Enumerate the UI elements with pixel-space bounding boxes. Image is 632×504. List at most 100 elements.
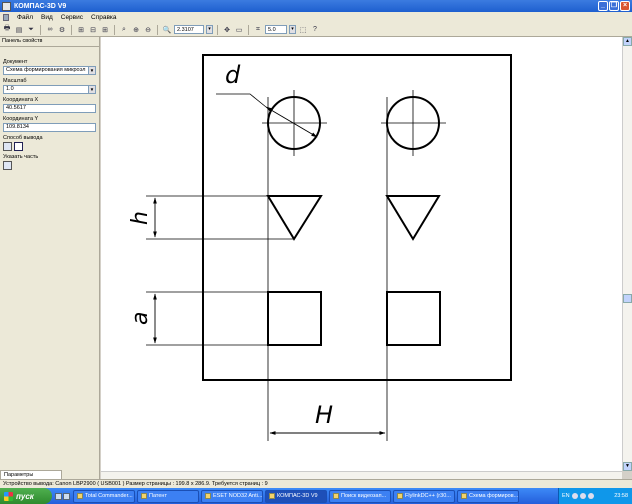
square-right <box>386 291 441 346</box>
clock: 23:58 <box>614 493 628 499</box>
close-button[interactable]: × <box>620 1 630 11</box>
grid-3-icon[interactable]: ⊞ <box>100 25 110 35</box>
quick-launch <box>55 492 70 500</box>
triangle-right <box>385 195 441 241</box>
zoom-in-icon[interactable]: ⊕ <box>131 25 141 35</box>
start-button[interactable]: пуск <box>0 488 52 504</box>
toolbar: 🖶 ▤ ⏷ ∞ ⚙ ⊞ ⊟ ⊞ ⌕ ⊕ ⊖ 🔍 2.3107 ▾ ✥ ▭ ⌗ 5… <box>0 23 632 37</box>
menu-help[interactable]: Справка <box>91 14 117 21</box>
select-part-icon[interactable] <box>3 161 12 170</box>
scroll-down-icon[interactable]: ▼ <box>623 462 632 471</box>
task-button[interactable]: FlylinkDC++ (r30... <box>393 489 455 503</box>
snap-icon[interactable]: ⌗ <box>253 25 263 35</box>
menu-view[interactable]: Вид <box>41 14 53 21</box>
part-label: Указать часть <box>3 154 39 160</box>
start-label: пуск <box>16 491 34 501</box>
window-controls: _ ❐ × <box>598 1 630 11</box>
quick-launch-icon[interactable] <box>55 492 62 500</box>
scroll-up-icon[interactable]: ▲ <box>623 37 632 46</box>
toolbar-separator <box>248 24 249 35</box>
zoom-window-icon[interactable]: ⌕ <box>119 25 129 35</box>
cursor-icon[interactable]: ⬚ <box>298 25 308 35</box>
chevron-down-icon[interactable]: ▼ <box>88 67 95 74</box>
output-mode-buttons <box>3 142 96 151</box>
document-select[interactable]: Схема формирования микроэл ▼ <box>3 66 96 75</box>
tab-view-params[interactable]: Параметры просмотра <box>0 470 62 486</box>
label-d: d <box>225 61 241 89</box>
step-dropdown[interactable]: ▾ <box>289 25 296 34</box>
help-cursor-icon[interactable]: ? <box>310 25 320 35</box>
part-buttons <box>3 161 96 170</box>
app-icon <box>397 493 403 499</box>
coord-x-field[interactable]: 40.5617 <box>3 104 96 113</box>
task-label: Патент <box>149 493 167 499</box>
print-icon[interactable]: 🖶 <box>2 25 12 35</box>
task-button[interactable]: Total Commander... <box>73 489 135 503</box>
coord-y-field[interactable]: 109.8134 <box>3 123 96 132</box>
scale-value: 1.0 <box>6 86 14 92</box>
menu-service[interactable]: Сервис <box>61 14 83 21</box>
quick-launch-icon[interactable] <box>63 492 70 500</box>
grid-2-icon[interactable]: ⊟ <box>88 25 98 35</box>
fit-page-icon[interactable]: ▭ <box>234 25 244 35</box>
panel-title: Панель свойств <box>0 37 99 47</box>
filter-icon[interactable]: ⏷ <box>26 25 36 35</box>
triangle-left <box>266 195 323 241</box>
coord-x-label: Координата X <box>3 97 39 103</box>
output-mode-1-icon[interactable] <box>3 142 12 151</box>
chevron-down-icon[interactable]: ▼ <box>88 86 95 93</box>
scale-select[interactable]: 1.0 ▼ <box>3 85 96 94</box>
task-button[interactable]: КОМПАС-3D V9 <box>265 489 327 503</box>
task-label: Схема формиров... <box>469 493 519 499</box>
sheet-frame <box>202 54 512 381</box>
task-label: ESET NOD32 Anti... <box>213 493 263 499</box>
tray-icon[interactable] <box>587 493 594 499</box>
app-icon <box>461 493 467 499</box>
menu-bar: Файл Вид Сервис Справка <box>0 12 632 23</box>
menu-file[interactable]: Файл <box>17 14 33 21</box>
grid-icon[interactable]: ⊞ <box>76 25 86 35</box>
horizontal-scrollbar[interactable] <box>101 471 622 479</box>
tray-icon[interactable] <box>579 493 586 499</box>
system-tray: EN 23:58 <box>558 488 632 504</box>
document-icon[interactable] <box>3 14 9 21</box>
restore-button[interactable]: ❐ <box>609 1 619 11</box>
task-button[interactable]: Патент <box>137 489 199 503</box>
tray-icon[interactable] <box>571 493 578 499</box>
scroll-thumb[interactable] <box>623 294 632 303</box>
window-title: КОМПАС-3D V9 <box>14 2 67 10</box>
pan-icon[interactable]: ✥ <box>222 25 232 35</box>
output-mode-2-icon[interactable] <box>14 142 23 151</box>
settings-icon[interactable]: ⚙ <box>57 25 67 35</box>
task-label: Total Commander... <box>85 493 133 499</box>
task-button[interactable]: ESET NOD32 Anti... <box>201 489 263 503</box>
step-field[interactable]: 5.0 <box>265 25 287 34</box>
task-label: КОМПАС-3D V9 <box>277 493 318 499</box>
dimension-line-d <box>265 106 318 138</box>
task-label: FlylinkDC++ (r30... <box>405 493 451 499</box>
leader-line-d <box>216 93 267 108</box>
folder-icon <box>141 493 147 499</box>
task-button[interactable]: Поиск видеозап... <box>329 489 391 503</box>
toolbar-separator <box>40 24 41 35</box>
task-button[interactable]: Схема формиров... <box>457 489 519 503</box>
zoom-field[interactable]: 2.3107 <box>174 25 204 34</box>
drawing-canvas[interactable]: d h a H <box>101 37 622 471</box>
status-bar: Устройство вывода: Canon LBP2900 ( USB00… <box>0 479 632 488</box>
label-H: H <box>315 401 333 429</box>
square-left <box>267 291 322 346</box>
zoom-dropdown[interactable]: ▾ <box>206 25 213 34</box>
vertical-scrollbar[interactable]: ▲ ▼ <box>622 37 632 471</box>
binoculars-icon[interactable]: ∞ <box>45 25 55 35</box>
taskbar: пуск Total Commander... Патент ESET NOD3… <box>0 488 632 504</box>
toolbar-separator <box>71 24 72 35</box>
zoom-scale-icon[interactable]: 🔍 <box>162 25 172 35</box>
app-icon <box>269 493 275 499</box>
zoom-out-icon[interactable]: ⊖ <box>143 25 153 35</box>
app-icon <box>2 1 11 11</box>
minimize-button[interactable]: _ <box>598 1 608 11</box>
preview-icon[interactable]: ▤ <box>14 25 24 35</box>
app-icon <box>205 493 211 499</box>
language-indicator[interactable]: EN <box>562 493 570 499</box>
app-icon <box>77 493 83 499</box>
